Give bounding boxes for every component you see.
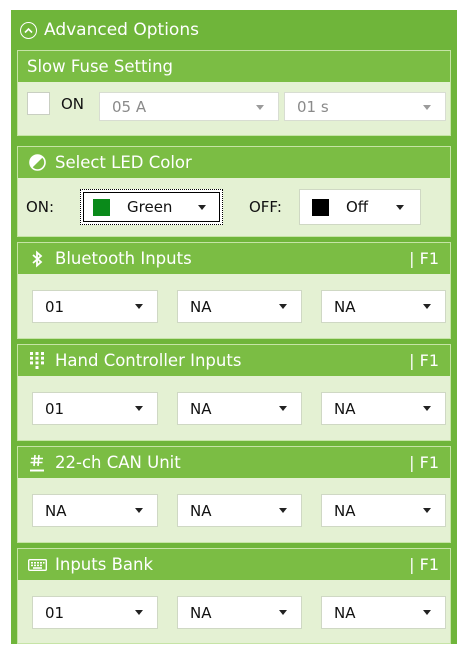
panel-title: Advanced Options xyxy=(44,20,199,40)
inputs-bank-input-2-arrow-icon xyxy=(279,610,287,615)
hand-controller-input-3-dropdown[interactable]: NA xyxy=(321,392,446,425)
inputs-bank-tag: | F1 xyxy=(409,555,439,574)
led-off-value: Off xyxy=(346,198,369,216)
led-color-header: Select LED Color xyxy=(18,147,450,178)
led-on-color-dropdown[interactable]: Green xyxy=(80,189,223,225)
can-unit-input-3-dropdown[interactable]: NA xyxy=(321,494,446,527)
slow-fuse-on-checkbox[interactable] xyxy=(27,92,50,115)
bluetooth-input-2-value: NA xyxy=(190,297,212,316)
inputs-bank-section: Inputs Bank | F1 01 NA NA xyxy=(17,548,451,644)
slow-fuse-header: Slow Fuse Setting xyxy=(18,51,450,82)
hand-controller-input-1-dropdown[interactable]: 01 xyxy=(32,392,158,425)
bluetooth-input-3-dropdown[interactable]: NA xyxy=(321,290,446,323)
bluetooth-input-1-arrow-icon xyxy=(135,304,143,309)
can-unit-input-1-value: NA xyxy=(45,501,67,520)
led-on-label: ON: xyxy=(26,198,55,216)
green-swatch xyxy=(93,198,110,216)
advanced-options-panel: Advanced Options Slow Fuse Setting ON 05… xyxy=(11,10,457,644)
inputs-bank-input-3-value: NA xyxy=(334,603,356,622)
fuse-time-arrow-icon xyxy=(423,105,431,110)
hand-controller-title: Hand Controller Inputs xyxy=(55,351,242,370)
led-off-arrow-icon xyxy=(396,205,404,210)
fuse-current-arrow-icon xyxy=(256,105,264,110)
bluetooth-input-3-arrow-icon xyxy=(423,304,431,309)
bluetooth-input-1-dropdown[interactable]: 01 xyxy=(32,290,158,323)
keypad-icon xyxy=(27,352,47,369)
can-unit-input-3-value: NA xyxy=(334,501,356,520)
inputs-bank-input-3-dropdown[interactable]: NA xyxy=(321,596,446,629)
bluetooth-input-2-arrow-icon xyxy=(279,304,287,309)
can-unit-tag: | F1 xyxy=(409,453,439,472)
inputs-bank-title: Inputs Bank xyxy=(55,555,154,574)
inputs-bank-input-1-value: 01 xyxy=(45,603,65,622)
led-off-color-dropdown[interactable]: Off xyxy=(299,189,421,225)
bluetooth-inputs-header: Bluetooth Inputs | F1 xyxy=(18,243,450,274)
led-color-section: Select LED Color ON: Green OFF: Off xyxy=(17,146,451,237)
bluetooth-input-1-value: 01 xyxy=(45,297,65,316)
contrast-icon xyxy=(27,154,47,171)
hand-controller-input-1-value: 01 xyxy=(45,399,65,418)
can-unit-header: 22-ch CAN Unit | F1 xyxy=(18,447,450,478)
hand-controller-input-3-value: NA xyxy=(334,399,356,418)
advanced-options-header[interactable]: Advanced Options xyxy=(11,10,457,50)
inputs-bank-input-1-arrow-icon xyxy=(135,610,143,615)
hand-controller-header: Hand Controller Inputs | F1 xyxy=(18,345,450,376)
fuse-current-dropdown[interactable]: 05 A xyxy=(99,92,279,121)
bluetooth-inputs-tag: | F1 xyxy=(409,249,439,268)
hand-controller-section: Hand Controller Inputs | F1 01 NA NA xyxy=(17,344,451,441)
bluetooth-icon xyxy=(27,250,47,268)
bluetooth-inputs-title: Bluetooth Inputs xyxy=(55,249,192,268)
can-unit-input-2-arrow-icon xyxy=(279,508,287,513)
hand-controller-tag: | F1 xyxy=(409,351,439,370)
can-unit-input-2-value: NA xyxy=(190,501,212,520)
led-on-arrow-icon xyxy=(198,205,206,210)
can-unit-input-1-arrow-icon xyxy=(135,508,143,513)
can-unit-input-1-dropdown[interactable]: NA xyxy=(32,494,158,527)
slow-fuse-section: Slow Fuse Setting ON 05 A 01 s xyxy=(17,50,451,136)
can-unit-input-2-dropdown[interactable]: NA xyxy=(177,494,302,527)
hand-controller-input-2-arrow-icon xyxy=(279,406,287,411)
hand-controller-input-1-arrow-icon xyxy=(135,406,143,411)
hand-controller-input-3-arrow-icon xyxy=(423,406,431,411)
bluetooth-input-3-value: NA xyxy=(334,297,356,316)
led-off-label: OFF: xyxy=(249,198,282,216)
can-unit-title: 22-ch CAN Unit xyxy=(55,453,181,472)
fuse-time-dropdown[interactable]: 01 s xyxy=(284,92,446,121)
inputs-bank-input-1-dropdown[interactable]: 01 xyxy=(32,596,158,629)
fuse-current-value: 05 A xyxy=(112,97,147,116)
inputs-bank-input-2-value: NA xyxy=(190,603,212,622)
hand-controller-input-2-dropdown[interactable]: NA xyxy=(177,392,302,425)
inputs-bank-header: Inputs Bank | F1 xyxy=(18,549,450,580)
can-unit-section: 22-ch CAN Unit | F1 NA NA NA xyxy=(17,446,451,543)
fuse-time-value: 01 s xyxy=(297,97,329,116)
bluetooth-input-2-dropdown[interactable]: NA xyxy=(177,290,302,323)
black-swatch xyxy=(312,198,329,216)
inputs-bank-input-3-arrow-icon xyxy=(423,610,431,615)
slow-fuse-title: Slow Fuse Setting xyxy=(27,57,174,76)
can-unit-input-3-arrow-icon xyxy=(423,508,431,513)
led-color-title: Select LED Color xyxy=(55,153,192,172)
collapse-chevron-icon[interactable] xyxy=(20,21,37,39)
bluetooth-inputs-section: Bluetooth Inputs | F1 01 NA NA xyxy=(17,242,451,339)
keyboard-icon xyxy=(27,558,47,571)
inputs-bank-input-2-dropdown[interactable]: NA xyxy=(177,596,302,629)
can-connector-icon xyxy=(27,454,47,472)
hand-controller-input-2-value: NA xyxy=(190,399,212,418)
slow-fuse-on-label: ON xyxy=(61,95,85,113)
led-on-value: Green xyxy=(127,198,173,216)
